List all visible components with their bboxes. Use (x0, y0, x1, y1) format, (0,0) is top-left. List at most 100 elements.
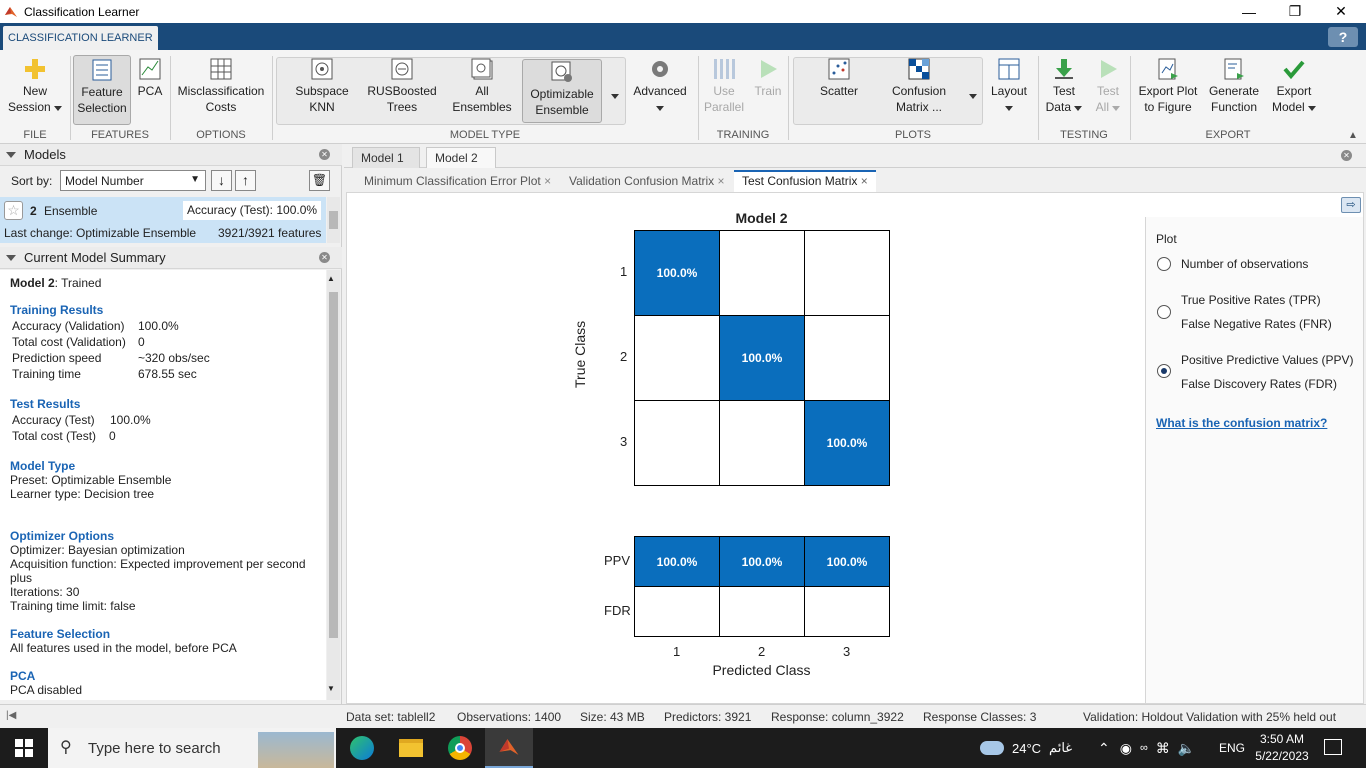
misclassification-costs-button[interactable]: Misclassification Costs (174, 57, 268, 115)
parallel-icon (714, 59, 735, 79)
chevron-down-icon (656, 106, 664, 111)
layout-button[interactable]: Layout (988, 57, 1030, 115)
edge-app-button[interactable] (338, 728, 386, 768)
close-icon[interactable]: × (861, 174, 868, 188)
close-window-button[interactable]: ✕ (1318, 0, 1364, 23)
scatter-button[interactable]: Scatter (812, 57, 866, 99)
optimizable-ensemble-button[interactable]: Optimizable Ensemble (522, 59, 602, 123)
meet-now-icon[interactable]: ◉ (1120, 740, 1132, 757)
radio-ppv-fdr[interactable] (1157, 364, 1171, 378)
pca-button[interactable]: PCA (135, 57, 165, 99)
models-header[interactable]: Models ✕ (0, 144, 342, 166)
tab-model-2[interactable]: Model 2 (426, 147, 496, 168)
delete-model-button[interactable]: 🗑 (309, 170, 330, 191)
model-list-item[interactable]: ☆ 2 Ensemble Accuracy (Test): 100.0% Las… (0, 197, 326, 243)
plot-tab-bar: Minimum Classification Error Plot × Vali… (344, 170, 1366, 192)
chevron-up-icon[interactable]: ⌃ (1098, 740, 1110, 757)
close-icon[interactable]: × (544, 174, 551, 188)
ime-icon[interactable]: ∞ (1140, 742, 1148, 754)
matrix-cell: 100.0% (634, 230, 720, 316)
radio-tpr-fnr[interactable] (1157, 305, 1171, 319)
taskbar-search[interactable]: ⚲ Type here to search (48, 728, 336, 768)
matrix-cell (719, 230, 805, 316)
status-observations: Observations: 1400 (457, 710, 562, 724)
all-ensembles-button[interactable]: All Ensembles (450, 57, 514, 115)
export-plot-button[interactable]: Export Plot to Figure (1136, 57, 1200, 115)
close-icon[interactable]: ✕ (319, 252, 330, 263)
clock[interactable]: 3:50 AM 5/22/2023 (1254, 731, 1310, 765)
export-model-button[interactable]: Export Model (1268, 57, 1320, 115)
feature-selection-button[interactable]: Feature Selection (73, 55, 131, 125)
confusion-matrix-button[interactable]: Confusion Matrix ... (884, 57, 954, 115)
collapse-panel-icon[interactable]: |◀ (6, 710, 16, 721)
status-predictors: Predictors: 3921 (664, 710, 752, 724)
sort-descending-button[interactable]: ↑ (235, 170, 256, 191)
subspace-knn-button[interactable]: Subspace KNN (290, 57, 354, 115)
wifi-icon[interactable]: ⌘ (1156, 740, 1170, 757)
plots-expand-button[interactable] (969, 88, 977, 102)
weather-widget[interactable]: 24°C غائم (980, 728, 1072, 768)
radio-number-of-observations[interactable] (1157, 257, 1171, 271)
collapse-icon (6, 255, 16, 261)
group-label-plots: PLOTS (894, 129, 932, 141)
tab-classification-learner[interactable]: CLASSIFICATION LEARNER (3, 26, 158, 50)
close-icon[interactable]: ✕ (319, 149, 330, 160)
train-button[interactable]: Train (750, 57, 786, 99)
tab-min-classification-error[interactable]: Minimum Classification Error Plot × (356, 170, 559, 192)
pca-heading: PCA (10, 669, 36, 683)
tab-validation-confusion[interactable]: Validation Confusion Matrix × (561, 170, 733, 192)
summary-scrollbar[interactable]: ▲ ▼ (327, 270, 340, 700)
language-indicator[interactable]: ENG (1219, 728, 1245, 768)
close-icon[interactable]: × (718, 174, 725, 188)
tab-test-confusion[interactable]: Test Confusion Matrix × (734, 170, 876, 192)
new-session-button[interactable]: New Session (6, 57, 64, 115)
subspace-knn-icon (311, 58, 333, 80)
matlab-app-button[interactable] (485, 728, 533, 768)
scroll-down-icon[interactable]: ▼ (327, 684, 335, 693)
sort-by-label: Sort by: (11, 174, 53, 188)
chevron-down-icon (54, 106, 63, 111)
play-icon (761, 60, 777, 78)
test-data-button[interactable]: Test Data (1042, 57, 1086, 115)
panel-toggle-icon[interactable]: ⇨ (1341, 197, 1361, 213)
gallery-expand-button[interactable] (611, 88, 619, 102)
close-icon[interactable]: ✕ (1341, 150, 1352, 161)
generate-function-button[interactable]: Generate Function (1206, 57, 1262, 115)
chrome-app-button[interactable] (436, 728, 484, 768)
advanced-button[interactable]: Advanced (632, 57, 688, 115)
minimize-button[interactable]: — (1226, 0, 1272, 23)
sort-by-select[interactable]: Model Number ▼ (60, 170, 206, 191)
chevron-down-icon (1074, 106, 1083, 111)
status-response-classes: Response Classes: 3 (923, 710, 1037, 724)
x-tick-label: 3 (843, 644, 851, 659)
summary-cell: 100.0% (804, 536, 890, 587)
speaker-icon[interactable]: 🔈 (1178, 740, 1195, 757)
file-explorer-button[interactable] (387, 728, 435, 768)
help-button[interactable]: ? (1328, 27, 1358, 47)
matrix-cell (804, 315, 890, 401)
tab-model-1[interactable]: Model 1 (352, 147, 420, 168)
collapse-toolstrip-icon[interactable]: ▲ (1348, 130, 1358, 141)
sort-ascending-button[interactable]: ↓ (211, 170, 232, 191)
chevron-down-icon (1308, 106, 1317, 111)
scroll-up-icon[interactable]: ▲ (327, 274, 335, 283)
y-tick-label: 3 (620, 434, 628, 449)
play-icon (1101, 60, 1117, 78)
test-all-button[interactable]: Test All (1090, 57, 1126, 115)
restore-button[interactable]: ❐ (1272, 0, 1318, 23)
use-parallel-button[interactable]: Use Parallel (702, 57, 746, 115)
summary-cell (719, 586, 805, 637)
model-name: Ensemble (44, 204, 98, 218)
last-change: Last change: Optimizable Ensemble (4, 226, 197, 240)
models-scrollbar[interactable] (327, 197, 340, 243)
summary-header[interactable]: Current Model Summary ✕ (0, 247, 342, 269)
model-type-heading: Model Type (10, 459, 76, 473)
gear-icon (652, 61, 668, 77)
star-icon[interactable]: ☆ (4, 201, 23, 220)
work-area: Model 1 Model 2 ✕ Minimum Classification… (344, 144, 1366, 704)
confusion-matrix-help-link[interactable]: What is the confusion matrix? (1156, 416, 1327, 430)
notifications-icon[interactable] (1324, 739, 1342, 755)
status-size: Size: 43 MB (580, 710, 645, 724)
rusboosted-trees-button[interactable]: RUSBoosted Trees (366, 57, 438, 115)
start-button[interactable] (0, 728, 48, 768)
